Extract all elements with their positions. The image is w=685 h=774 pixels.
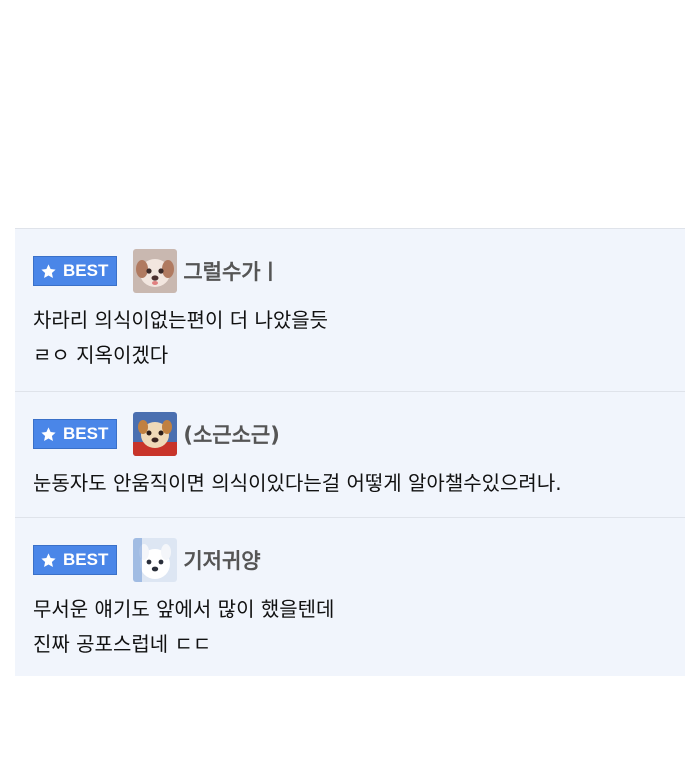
comment-header: BEST 그럴수가ㅣ: [33, 249, 280, 293]
best-badge-label: BEST: [63, 424, 109, 443]
comment-text: 무서운 얘기도 앞에서 많이 했을텐데 진짜 공포스럽네 ㄷㄷ: [33, 592, 334, 662]
comment-nickname[interactable]: 기저귀양: [183, 545, 260, 575]
best-badge-label: BEST: [63, 550, 109, 569]
best-badge: BEST: [33, 545, 118, 575]
comment-line: 진짜 공포스럽네 ㄷㄷ: [33, 632, 212, 656]
comment-header: BEST (소근소근): [33, 412, 280, 456]
comment-item: BEST 기저귀양 무서운 얘기도 앞에서 많이 했을텐데 진짜 공포스럽네 ㄷ…: [15, 518, 685, 676]
comment-header: BEST 기저귀양: [33, 538, 261, 582]
comment-line: 차라리 의식이없는편이 더 나았을듯: [33, 308, 329, 332]
star-icon: [41, 263, 56, 278]
comment-line: 무서운 얘기도 앞에서 많이 했을텐데: [33, 597, 335, 621]
comment-nickname[interactable]: (소근소근): [183, 419, 279, 449]
comment-item: BEST 그럴수가ㅣ 차라리 의식이없는편이 더 나았을듯 ㄹㅇ 지옥이겠다: [15, 229, 685, 392]
best-badge: BEST: [33, 256, 118, 286]
comment-text: 차라리 의식이없는편이 더 나았을듯 ㄹㅇ 지옥이겠다: [33, 303, 328, 373]
comment-line: ㄹㅇ 지옥이겠다: [33, 343, 169, 367]
best-badge: BEST: [33, 419, 118, 449]
best-badge-label: BEST: [63, 261, 109, 280]
comment-text: 눈동자도 안움직이면 의식이있다는걸 어떻게 알아챌수있으려나.: [33, 466, 562, 501]
user-avatar[interactable]: [133, 538, 178, 582]
comment-item: BEST (소근소근) 눈동자도 안움직이면 의식이있다는걸 어떻게 알아챌수있…: [15, 392, 685, 518]
star-icon: [41, 552, 56, 567]
comment-nickname[interactable]: 그럴수가ㅣ: [183, 256, 280, 286]
comment-line: 눈동자도 안움직이면 의식이있다는걸 어떻게 알아챌수있으려나.: [33, 471, 562, 495]
star-icon: [41, 426, 56, 441]
best-comments-list: BEST 그럴수가ㅣ 차라리 의식이없는편이 더 나았을듯 ㄹㅇ 지옥이겠다 B…: [15, 228, 685, 676]
user-avatar[interactable]: [133, 412, 178, 456]
user-avatar[interactable]: [133, 249, 178, 293]
